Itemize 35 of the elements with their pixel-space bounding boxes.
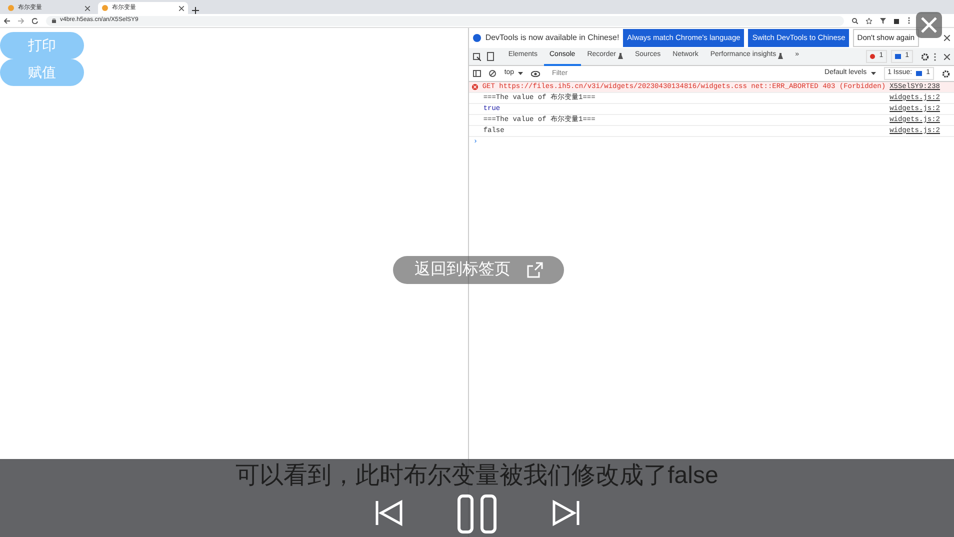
reload-icon[interactable]: [32, 18, 38, 24]
error-icon: [472, 84, 478, 90]
caret-icon: [518, 72, 524, 75]
pause-icon[interactable]: [457, 494, 497, 534]
close-icon[interactable]: [85, 6, 90, 10]
close-icon[interactable]: [179, 6, 184, 10]
message-icon: [895, 54, 902, 59]
settings-icon[interactable]: [942, 70, 950, 78]
sidebar-icon[interactable]: [473, 70, 482, 77]
close-icon[interactable]: [944, 35, 950, 41]
previous-icon[interactable]: [375, 499, 403, 527]
favicon-icon: [102, 5, 108, 11]
plus-icon[interactable]: [192, 7, 199, 14]
clear-icon[interactable]: [489, 70, 496, 77]
caret-icon: [870, 72, 876, 75]
filter-icon[interactable]: [880, 18, 886, 24]
favicon-icon: [8, 5, 14, 11]
error-icon: [870, 54, 876, 59]
close-button[interactable]: [916, 12, 942, 38]
next-icon[interactable]: [552, 499, 580, 527]
close-icon: [921, 17, 937, 33]
lock-icon: [52, 18, 56, 23]
banner-message: DevTools is now available in Chinese!: [485, 32, 620, 44]
info-icon: [473, 34, 482, 42]
eye-icon[interactable]: [531, 70, 540, 76]
inspect-icon[interactable]: [473, 52, 482, 60]
settings-icon[interactable]: [921, 52, 929, 60]
search-icon[interactable]: [852, 18, 858, 24]
message-icon: [916, 71, 922, 76]
star-icon[interactable]: [866, 18, 872, 24]
close-icon[interactable]: [944, 54, 950, 60]
external-link-icon: [526, 262, 542, 278]
subtitle: 可以看到，此时布尔变量被我们修改成了false: [236, 461, 718, 491]
back-icon[interactable]: [4, 18, 10, 24]
device-icon[interactable]: [487, 52, 494, 61]
